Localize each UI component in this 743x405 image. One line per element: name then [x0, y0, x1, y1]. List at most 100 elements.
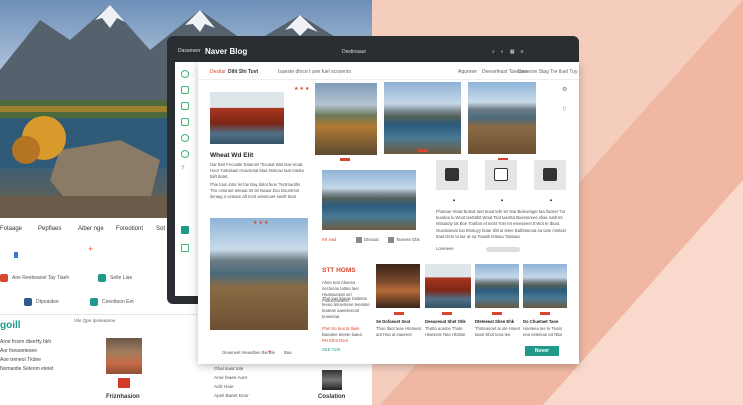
left-row-1b[interactable]: Selte Liae: [98, 274, 132, 282]
section-link[interactable]: RH Ehot Door: [322, 338, 348, 344]
tag-icon: [0, 274, 8, 282]
device-brand: Dasanwer: [178, 48, 201, 54]
featured-title[interactable]: Wheat Wd Elit: [210, 152, 253, 159]
mid-link[interactable]: Teaeete Obs: [396, 237, 420, 243]
card-photo[interactable]: [376, 264, 420, 308]
home-icon[interactable]: [118, 378, 130, 388]
badge-icon: [90, 298, 98, 306]
card-title[interactable]: Deeaoeoat Shet Ohk: [425, 319, 471, 325]
section-title: goill: [0, 320, 21, 331]
card-photo[interactable]: [425, 264, 471, 308]
card-title[interactable]: Do Chuetaet Taoe: [523, 319, 569, 325]
blue-marker: [14, 252, 18, 258]
left-row-2b[interactable]: Ceeolteon Eet: [90, 298, 134, 306]
camera-gadget[interactable]: [436, 160, 468, 190]
pager[interactable]: [486, 247, 520, 252]
expand-icon[interactable]: [181, 244, 189, 252]
rating-stars: ★★★: [253, 220, 270, 226]
category-item[interactable]: Sot: [156, 226, 165, 232]
nav-item[interactable]: Aquroee: [458, 69, 477, 75]
list-item[interactable]: Aroe froxm dteeHy bkh: [0, 338, 53, 347]
left-row-1[interactable]: Aoe Reebeaoel Tay Tiaeh: [0, 274, 69, 282]
arrow-icon: ▲: [549, 197, 553, 202]
list-item[interactable]: Aclit Haie: [214, 382, 249, 391]
puzzle-icon: [24, 298, 32, 306]
indicator-bar: [394, 312, 404, 315]
more-button[interactable]: Nover: [525, 346, 559, 356]
card-photo[interactable]: [475, 264, 519, 308]
info-icon[interactable]: ▯: [563, 106, 566, 112]
card-caption: Thotto aoetoe Thote Htaeeote Nao Htottoe: [425, 326, 466, 337]
doc-icon[interactable]: [181, 102, 189, 110]
help-icon[interactable]: ?: [181, 166, 189, 174]
blog-page: Destiar Dilit Shi Tuvt Isaeste dfoce t a…: [198, 62, 579, 364]
list-item[interactable]: Ohal tiawt tote: [214, 364, 249, 373]
feature-label: Friznhasion: [106, 394, 140, 400]
circle-icon[interactable]: [181, 70, 189, 78]
square-icon[interactable]: [181, 86, 189, 94]
section-title: STT HOMS: [322, 267, 356, 274]
more-link[interactable]: Loreeeee: [436, 246, 454, 252]
mid-link[interactable]: Dteaoat: [364, 237, 379, 243]
category-item[interactable]: Pepflaes: [38, 226, 61, 232]
active-icon[interactable]: [181, 226, 189, 234]
nav-brand[interactable]: Destiar: [210, 69, 226, 75]
arrow-icon: ▲: [452, 197, 456, 202]
card-caption: Hoeteea tee te Teoat eea oeteieae tot Nt…: [523, 326, 562, 337]
indicator-bar: [540, 312, 550, 315]
user-icon[interactable]: ◐: [501, 49, 504, 55]
section-footer-link[interactable]: SEE TuSt: [322, 347, 340, 353]
feature-photo[interactable]: [322, 370, 342, 390]
card-caption: Thoe tlaot teae Htetoeat aot Hoa at eaae…: [376, 326, 421, 337]
indicator-bar: [340, 158, 350, 161]
list-icon[interactable]: [181, 118, 189, 126]
category-item[interactable]: Fotaage: [0, 226, 22, 232]
settings-icon[interactable]: [181, 134, 189, 142]
featured-body-2: Fhie toun lotor lel foe Bay dolot ferer …: [210, 182, 301, 199]
list-item[interactable]: Aroe feaee Aoet: [214, 373, 249, 382]
blog-nav: Destiar Dilit Shi Tuvt Isaeste dfoce t a…: [198, 62, 579, 80]
indicator-bar: [442, 312, 452, 315]
lake-photo[interactable]: [322, 170, 416, 230]
list-item[interactable]: Aoe treneot Tkdne: [0, 356, 53, 365]
left-row-2a[interactable]: Dtpoaidee: [24, 298, 59, 306]
clock-icon[interactable]: [181, 150, 189, 158]
card-photo[interactable]: [523, 264, 567, 308]
category-item[interactable]: Aiber nge: [78, 226, 104, 232]
category-item[interactable]: Foreotiont: [116, 226, 143, 232]
arrow-icon: ▲: [500, 197, 504, 202]
menu-icon[interactable]: ≡: [521, 49, 524, 55]
device-center-label: Destinaaur: [342, 49, 367, 55]
blog-title[interactable]: Naver Blog: [205, 47, 247, 56]
plus-icon[interactable]: +: [88, 244, 93, 254]
list-item[interactable]: Nomantie Seleom eteiet: [0, 365, 53, 374]
gallery-photo[interactable]: [384, 82, 461, 154]
settings-icon[interactable]: ⚙: [562, 86, 567, 93]
grid-icon[interactable]: ▦: [510, 49, 515, 55]
device-toolbar: ⌕ ◐ ▦ ≡: [492, 49, 524, 55]
nav-item[interactable]: Deoeroe Stag Tre tluel Tuy: [518, 69, 577, 75]
list-item[interactable]: Aor foeaoeteoee: [0, 347, 53, 356]
card-title[interactable]: Dteteeeat Shen Ehk: [475, 319, 521, 325]
gadget-description-2: Oueotaeoat tuo Bsotuyy boae tiltil at te…: [436, 228, 566, 239]
projector-gadget[interactable]: [534, 160, 566, 190]
featured-photo[interactable]: [210, 92, 284, 144]
doc-icon: [356, 237, 362, 243]
gadget-description: Fhoteae Hioat Boteat taet teaot tefe ter…: [436, 209, 566, 226]
doc-icon: [388, 237, 394, 243]
traveler-photo[interactable]: [106, 338, 142, 374]
visit-label[interactable]: Vile Qpe lposeateoe: [74, 318, 115, 323]
left-row-label: Aoe Reebeaoel Tay Tiaeh: [12, 275, 70, 281]
mid-link[interactable]: IHt Awd: [322, 237, 336, 243]
card-caption: Thoteaooet ai ote Hoeet taaot Ebot teoa …: [475, 326, 520, 337]
left-row-label: Ceeolteon Eet: [102, 299, 134, 305]
search-icon[interactable]: ⌕: [492, 49, 495, 55]
console-gadget[interactable]: [485, 160, 517, 190]
pier-photo[interactable]: [210, 218, 308, 330]
nav-title[interactable]: Dilit Shi Tuvt: [228, 69, 258, 75]
list-item[interactable]: Apeil Baeet Door: [214, 391, 249, 400]
gallery-photo[interactable]: [315, 83, 377, 155]
gallery-photo[interactable]: [468, 82, 536, 154]
left-footer-list: Ohal tiawt tote Aroe feaee Aoet Aclit Ha…: [214, 364, 249, 400]
card-title[interactable]: Se Dofaeuet Seat: [376, 319, 422, 325]
